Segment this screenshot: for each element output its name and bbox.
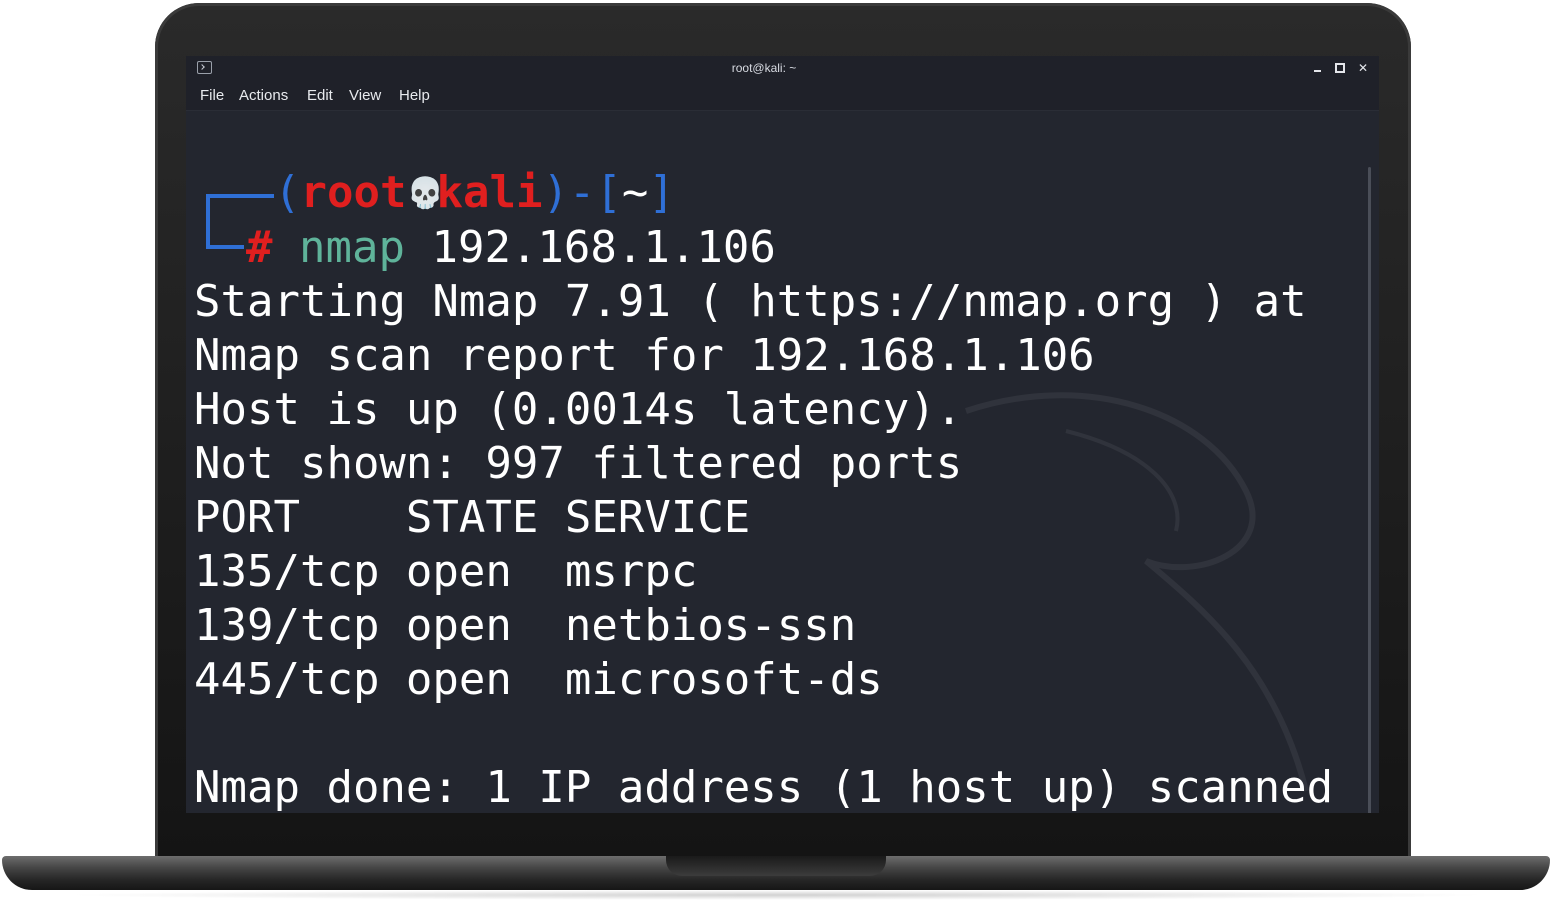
command-name: nmap <box>299 222 405 273</box>
terminal-window: root@kali: ~ ✕ File Actions Edit View He… <box>186 56 1379 813</box>
menu-view[interactable]: View <box>349 87 381 104</box>
close-button[interactable]: ✕ <box>1354 59 1372 77</box>
window-title: root@kali: ~ <box>731 61 797 75</box>
prompt-header: (root💀kali)-[~] <box>274 166 675 221</box>
title-bar[interactable]: root@kali: ~ ✕ <box>186 56 1379 82</box>
command-line: # nmap 192.168.1.106 <box>246 221 776 275</box>
command-argument: 192.168.1.106 <box>431 222 776 273</box>
minimize-icon <box>1313 70 1321 72</box>
minimize-button[interactable] <box>1308 59 1326 77</box>
prompt-dir: ~ <box>621 167 649 218</box>
menu-help[interactable]: Help <box>399 87 430 104</box>
output-line: PORT STATE SERVICE <box>194 492 751 543</box>
prompt-box-bottom <box>206 245 244 249</box>
prompt-hash: # <box>246 222 273 273</box>
skull-icon: 💀 <box>406 176 444 211</box>
scrollbar[interactable] <box>1368 167 1371 813</box>
output-line: Host is up (0.0014s latency). <box>194 384 963 435</box>
output-line: Nmap done: 1 IP address (1 host up) scan… <box>194 762 1334 813</box>
menu-actions[interactable]: Actions <box>239 87 288 104</box>
output-line: 445/tcp open microsoft-ds <box>194 654 883 705</box>
output-line: Not shown: 997 filtered ports <box>194 438 963 489</box>
prompt-host: kali <box>436 167 543 218</box>
prompt-user: root <box>300 167 407 218</box>
menu-edit[interactable]: Edit <box>307 87 333 104</box>
laptop-notch <box>666 856 886 876</box>
output-line: 139/tcp open netbios-ssn <box>194 600 857 651</box>
output-line: Starting Nmap 7.91 ( https://nmap.org ) … <box>194 276 1307 327</box>
menu-file[interactable]: File <box>200 87 224 104</box>
menu-bar: File Actions Edit View Help <box>186 82 1379 111</box>
kali-dragon-watermark <box>965 392 1309 792</box>
close-icon: ✕ <box>1357 61 1369 75</box>
laptop-shadow <box>60 890 1494 900</box>
maximize-icon <box>1335 63 1345 73</box>
output-line: Nmap scan report for 192.168.1.106 <box>194 330 1095 381</box>
maximize-button[interactable] <box>1331 59 1349 77</box>
output-line: 135/tcp open msrpc <box>194 546 698 597</box>
